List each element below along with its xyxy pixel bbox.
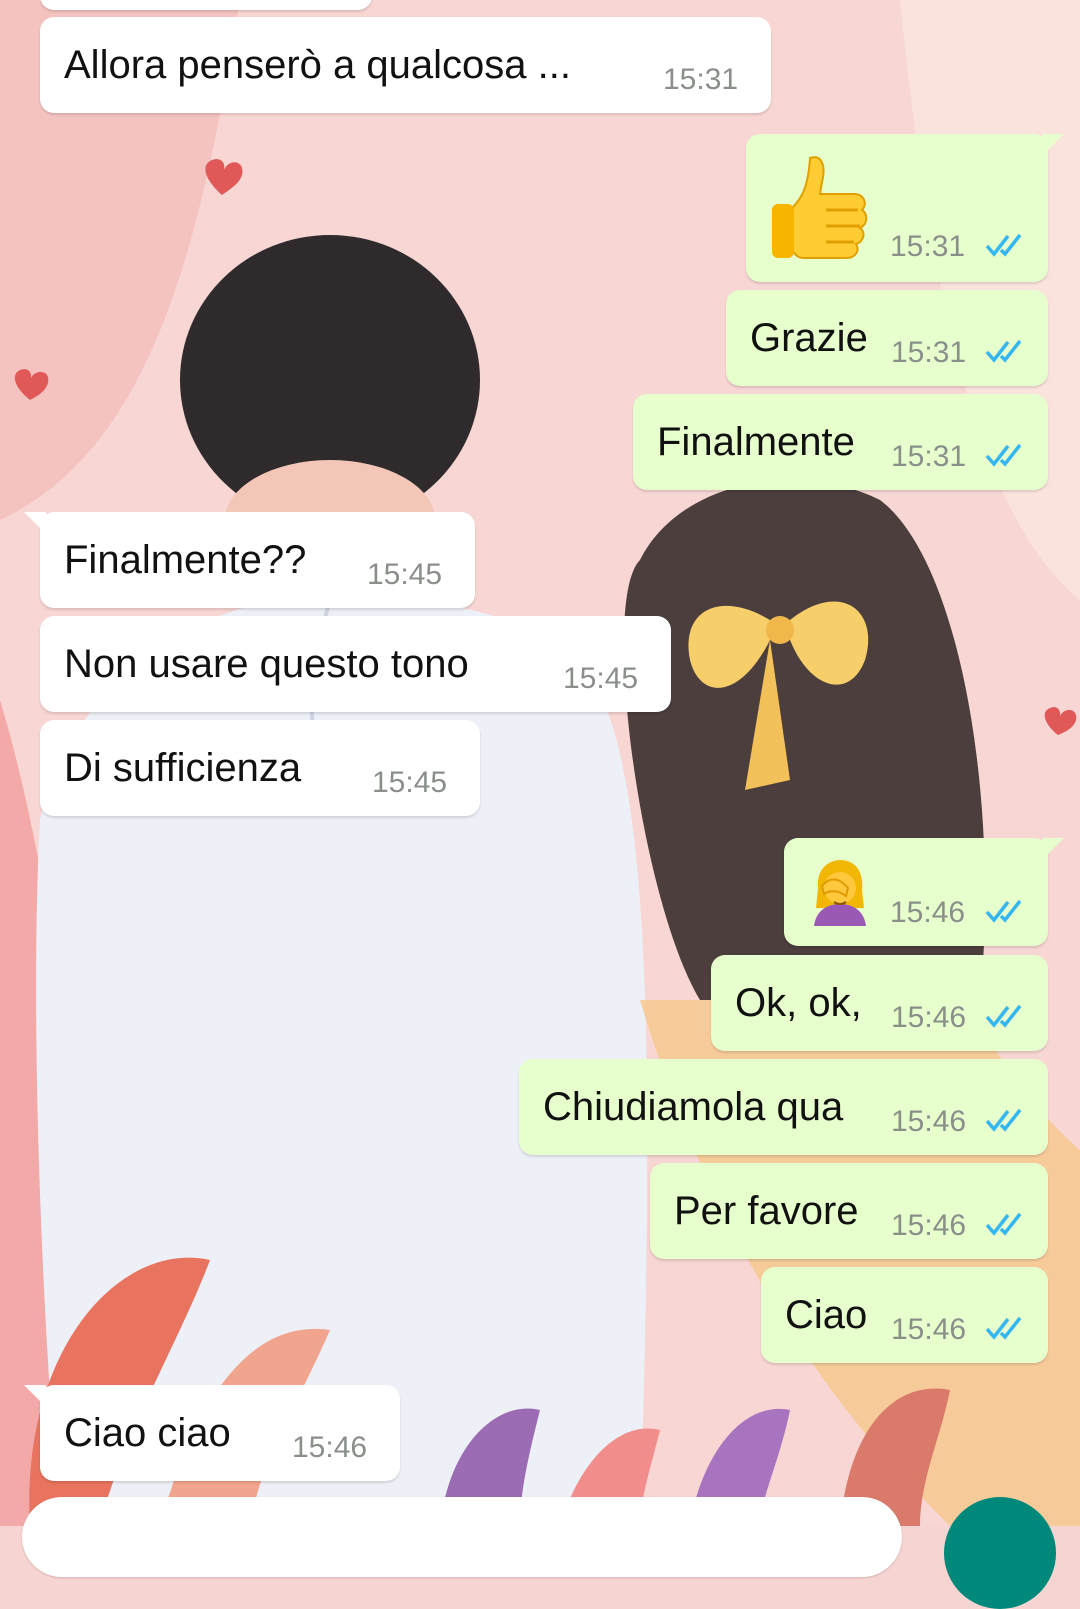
read-ticks-icon	[985, 1316, 1022, 1340]
message-bubble-outgoing[interactable]: 15:31	[746, 134, 1064, 282]
message-bubble-incoming[interactable]: Di sufficienza 15:45	[40, 720, 480, 816]
message-text: Ciao ciao	[64, 1411, 231, 1455]
message-time: 15:46	[891, 1105, 967, 1138]
mic-button[interactable]	[944, 1497, 1056, 1609]
message-time: 15:45	[372, 766, 448, 799]
conversation[interactable]: Allora penserò a qualcosa ... 15:31 15:3…	[0, 0, 1080, 1526]
message-text: Per favore	[674, 1189, 859, 1233]
message-time: 15:46	[891, 1209, 967, 1242]
read-ticks-icon	[985, 339, 1022, 363]
message-input-bar[interactable]	[22, 1497, 902, 1577]
message-bubble-incoming[interactable]: Ciao ciao 15:46	[24, 1385, 400, 1481]
read-ticks-icon	[985, 233, 1022, 257]
message-time: 15:31	[891, 440, 967, 473]
bubble-tail	[24, 512, 46, 534]
message-text: Ciao	[785, 1293, 868, 1337]
message-text: Finalmente??	[64, 538, 307, 582]
message-bubble-outgoing[interactable]: 15:46	[784, 838, 1064, 946]
message-bubble-outgoing[interactable]: Chiudiamola qua 15:46	[519, 1059, 1048, 1155]
read-ticks-icon	[985, 443, 1022, 467]
message-bubble-outgoing[interactable]: Finalmente 15:31	[633, 394, 1048, 490]
message-bubble-outgoing[interactable]: Ciao 15:46	[761, 1267, 1048, 1363]
message-bubble-outgoing[interactable]: Grazie 15:31	[726, 290, 1048, 386]
message-time: 15:31	[890, 230, 966, 263]
message-bubble-incoming[interactable]: Allora penserò a qualcosa ... 15:31	[40, 17, 771, 113]
bubble-tail	[1042, 134, 1064, 156]
message-bubble-incoming[interactable]: Finalmente?? 15:45	[24, 512, 475, 608]
message-bubble-outgoing[interactable]: Ok, ok, 15:46	[711, 955, 1048, 1051]
message-time: 15:46	[891, 1313, 967, 1346]
message-time: 15:46	[891, 1001, 967, 1034]
message-time: 15:46	[890, 896, 966, 929]
message-bubble-outgoing[interactable]: Per favore 15:46	[650, 1163, 1048, 1259]
read-ticks-icon	[985, 899, 1022, 923]
message-text: Chiudiamola qua	[543, 1085, 844, 1129]
message-bubble-partial[interactable]	[40, 0, 372, 10]
read-ticks-icon	[985, 1108, 1022, 1132]
message-text: Finalmente	[657, 420, 855, 464]
message-time: 15:45	[563, 662, 639, 695]
message-time: 15:46	[292, 1431, 368, 1464]
message-bubble-incoming[interactable]: Non usare questo tono 15:45	[40, 616, 671, 712]
message-time: 15:31	[891, 336, 967, 369]
message-text: Non usare questo tono	[64, 642, 469, 686]
message-time: 15:31	[663, 63, 739, 96]
message-text: Grazie	[750, 316, 868, 360]
message-text: Ok, ok,	[735, 981, 862, 1025]
bubble-tail	[24, 1385, 46, 1407]
message-time: 15:45	[367, 558, 443, 591]
read-ticks-icon	[985, 1212, 1022, 1236]
message-text: Di sufficienza	[64, 746, 302, 790]
woman-facepalming-icon	[814, 860, 866, 926]
thumbs-up-icon	[772, 156, 868, 259]
message-text: Allora penserò a qualcosa ...	[64, 43, 571, 87]
bubble-tail	[1042, 838, 1064, 860]
read-ticks-icon	[985, 1004, 1022, 1028]
